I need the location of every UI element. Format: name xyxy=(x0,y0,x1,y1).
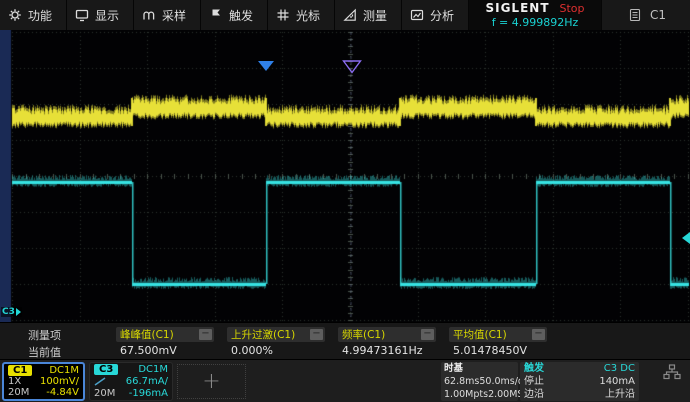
c1-scale: 100mV/ xyxy=(40,376,79,387)
channel-box-c1[interactable]: C1 DC1M 1X 100mV/ 20M -4.84V xyxy=(2,362,85,401)
c1-attenuation: 1X xyxy=(8,376,21,387)
c1-bandwidth: 20M xyxy=(8,387,29,398)
c3-scale: 66.7mA/ xyxy=(126,376,168,387)
trigger-source: C3 DC xyxy=(604,363,635,374)
menu-measure-label: 测量 xyxy=(363,7,387,24)
menu-analysis-label: 分析 xyxy=(430,7,454,24)
clipboard-icon[interactable] xyxy=(629,8,641,22)
trigger-box[interactable]: 触发 C3 DC 停止 140mA 边沿 上升沿 xyxy=(520,362,639,401)
measurement-item-row-label: 测量项 xyxy=(28,327,61,343)
trigger-flag-icon xyxy=(209,8,223,22)
menu-acquire-label: 采样 xyxy=(162,7,186,24)
menu-analysis[interactable]: 分析 xyxy=(402,0,469,30)
timebase-delay: 62.8ms xyxy=(444,376,479,387)
measurement-pill-vpp[interactable]: 峰峰值(C1) − xyxy=(116,327,214,342)
channel-box-c3[interactable]: C3 DC1M 66.7mA/ 20M -196mA xyxy=(89,362,173,401)
c3-badge: C3 xyxy=(94,364,118,375)
trigger-frequency-readout: f = 4.999892Hz xyxy=(492,16,579,29)
menu-measure[interactable]: 测量 xyxy=(335,0,402,30)
measurement-value-overshoot: 0.000% xyxy=(231,344,273,357)
top-menu-bar: 功能 显示 采样 触发 光标 测量 分析 SIGLENT xyxy=(0,0,690,30)
timebase-box[interactable]: 时基 62.8ms 50.0ms/div 1.00Mpts 2.00MSa/s xyxy=(441,362,518,401)
display-icon xyxy=(75,8,89,22)
menu-display-label: 显示 xyxy=(95,7,119,24)
analysis-icon xyxy=(410,8,424,22)
c1-offset: -4.84V xyxy=(46,387,79,398)
menu-cursors[interactable]: 光标 xyxy=(268,0,335,30)
measurement-panel: 测量项 当前值 峰峰值(C1) − 上升过激(C1) − 频率(C1) − 平均… xyxy=(0,322,690,359)
horizontal-position-marker[interactable] xyxy=(258,61,274,71)
menu-acquire[interactable]: 采样 xyxy=(134,0,201,30)
trigger-type: 边沿 xyxy=(524,389,544,400)
measurement-pill-frequency[interactable]: 频率(C1) − xyxy=(338,327,436,342)
c3-bandwidth: 20M xyxy=(94,388,115,399)
c3-position-marker[interactable]: C3 xyxy=(1,307,22,317)
timebase-title: 时基 xyxy=(444,363,463,374)
menu-trigger[interactable]: 触发 xyxy=(201,0,268,30)
minimize-measurement-button[interactable]: − xyxy=(310,329,323,340)
acquire-icon xyxy=(142,8,156,22)
menu-utility[interactable]: 功能 xyxy=(0,0,67,30)
lan-network-icon[interactable] xyxy=(663,364,681,380)
run-state-indicator[interactable]: Stop xyxy=(560,2,585,15)
menu-display[interactable]: 显示 xyxy=(67,0,134,30)
gear-icon xyxy=(8,8,22,22)
menu-utility-label: 功能 xyxy=(28,7,52,24)
siglent-logo: SIGLENT xyxy=(485,1,549,15)
trigger-delay-marker[interactable] xyxy=(342,60,362,74)
trigger-level-marker[interactable] xyxy=(682,232,690,244)
minimize-measurement-button[interactable]: − xyxy=(421,329,434,340)
minimize-measurement-button[interactable]: − xyxy=(532,329,545,340)
oscilloscope-screen: 功能 显示 采样 触发 光标 测量 分析 SIGLENT xyxy=(0,0,690,402)
measurement-value-frequency: 4.99473161Hz xyxy=(342,344,423,357)
current-probe-icon xyxy=(94,377,106,386)
measurement-pill-mean[interactable]: 平均值(C1) − xyxy=(449,327,547,342)
c3-coupling: DC1M xyxy=(138,364,168,375)
trigger-level: 140mA xyxy=(599,376,635,387)
minimize-measurement-button[interactable]: − xyxy=(199,329,212,340)
trigger-slope: 上升沿 xyxy=(605,389,635,400)
c3-offset: -196mA xyxy=(129,388,168,399)
measurement-value-vpp: 67.500mV xyxy=(120,344,177,357)
measure-icon xyxy=(343,8,357,22)
menu-cursors-label: 光标 xyxy=(296,7,320,24)
c1-badge: C1 xyxy=(8,365,32,376)
c1-coupling: DC1M xyxy=(49,365,79,376)
active-channel-indicator[interactable]: C1 xyxy=(650,8,666,22)
timebase-points: 1.00Mpts xyxy=(444,389,488,400)
trigger-title: 触发 xyxy=(524,363,544,374)
status-brand-box: SIGLENT Stop f = 4.999892Hz xyxy=(469,0,602,30)
trigger-mode: 停止 xyxy=(524,376,544,387)
c3-marker-arrow-icon xyxy=(16,308,21,316)
measurement-value-mean: 5.01478450V xyxy=(453,344,527,357)
menu-trigger-label: 触发 xyxy=(229,7,253,24)
waveform-display[interactable]: C3 C1 xyxy=(0,30,690,322)
cursor-icon xyxy=(276,8,290,22)
measurement-value-row-label: 当前值 xyxy=(28,344,61,360)
measurement-pill-overshoot[interactable]: 上升过激(C1) − xyxy=(227,327,325,342)
add-channel-button[interactable]: + xyxy=(177,364,246,399)
bottom-status-bar: C1 DC1M 1X 100mV/ 20M -4.84V C3 DC1M 66.… xyxy=(0,359,690,402)
